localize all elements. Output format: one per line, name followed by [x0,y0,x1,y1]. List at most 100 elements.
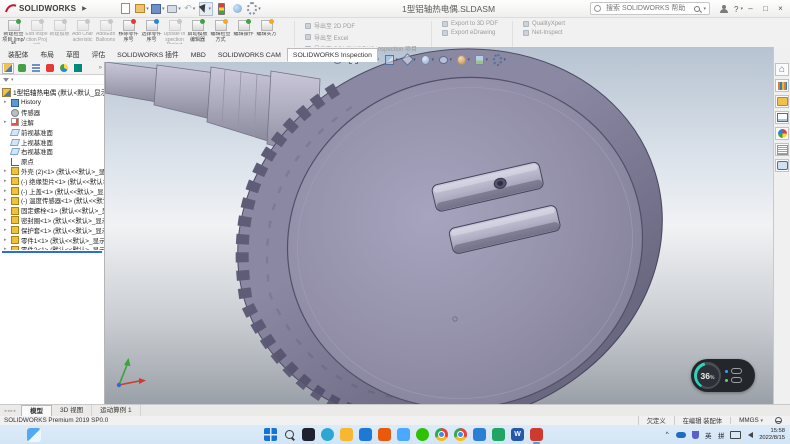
tree-node[interactable]: 固定螺栓<1> (默认<<默认>_显示 [4,206,104,216]
tray-hidden-icons[interactable]: ^ [663,431,671,438]
tray-onedrive[interactable] [676,432,686,438]
zoom-percent-widget[interactable]: 36% [691,359,755,392]
help-search-box[interactable]: ▾ [590,2,710,15]
qa-open[interactable] [135,2,149,16]
expander-icon[interactable] [4,198,9,203]
tray-ime-lang[interactable]: 英 [704,430,712,440]
tree-node[interactable]: 零件1<1> (默认<<默认>_显示状态 [4,235,104,245]
export-menu-item[interactable]: 导出至 2D PDF [305,21,417,30]
tree-node[interactable]: (-) 上盖<1> (默认<<默认>_显示状 [4,186,104,196]
ribbon-button[interactable]: Add/Edit Balloons [94,18,117,47]
assembly-root-node[interactable]: 1型铝轴热电偶 (默认<默认_显示状态-1 [0,85,104,98]
filter-funnel-icon[interactable] [3,78,9,82]
taskpane-file-explorer[interactable] [775,95,789,108]
zoom-widget-row-status-green[interactable] [725,377,742,383]
tree-filter-row[interactable]: ▾ [0,75,104,85]
taskpane-view-palette[interactable] [775,111,789,124]
tree-node[interactable]: 外壳 (2)<1> (默认<<默认>_显示状 [4,167,104,177]
export-menu-item[interactable]: Export eDrawing [442,30,498,36]
widgets-icon[interactable] [27,428,41,442]
expander-icon[interactable] [4,218,9,223]
qa-display-settings[interactable] [231,2,245,16]
ribbon-button[interactable]: 编辑实方 [255,18,278,47]
export-menu-item[interactable]: Export to 3D PDF [442,21,498,27]
expander-icon[interactable] [4,228,9,233]
qa-new-document[interactable] [119,2,133,16]
panel-chevron-icon[interactable]: » [99,65,102,71]
tab-scroll-arrows[interactable]: ◂◂▸▸ [0,408,21,414]
search-input[interactable] [604,4,691,13]
taskpane-design-library[interactable] [775,79,789,92]
window-minimize[interactable]: – [743,2,758,16]
ribbon-button[interactable]: 移除零件序号 [117,18,140,47]
ribbon-button[interactable]: 选择零件序号 [140,18,163,47]
ribbon-button[interactable]: 新建模板 [48,18,71,47]
expander-icon[interactable] [4,169,9,174]
taskbar-app-chrome[interactable] [454,428,467,441]
headsup-section-view[interactable] [385,53,398,66]
headsup-display-style[interactable] [421,53,434,66]
taskpane-appearances[interactable] [775,127,789,140]
panel-tab-displaymanager[interactable] [58,63,70,74]
panel-tab-configurationmanager[interactable] [30,63,42,74]
model-tab[interactable]: 3D 视图 [52,405,92,416]
panel-tab-inspection[interactable] [72,63,84,74]
expander-icon[interactable] [4,247,9,249]
ribbon-button[interactable]: Update Inspection Project [163,18,186,47]
headsup-view-orientation[interactable] [403,53,416,66]
tree-node[interactable]: 原点 [4,157,104,167]
panel-tab-dimxpertmanager[interactable] [44,63,56,74]
ribbon-button[interactable]: Add Characteristic [71,18,94,47]
qa-print[interactable] [167,2,181,16]
tray-cast[interactable] [730,431,741,439]
help-icon[interactable]: ? [734,5,738,14]
tree-node[interactable]: 零件2<1> (默认<<默认>_显示状 [4,245,104,250]
ribbon-button[interactable]: 编辑检查方式 [209,18,232,47]
export-menu-item[interactable]: QualityXpert [523,21,565,27]
units-selector[interactable]: MMGS ▾ [730,417,771,424]
user-account-icon[interactable] [719,5,728,14]
taskbar-app-start[interactable] [264,428,277,441]
qa-rebuild[interactable] [215,2,229,16]
taskbar-app-file-explorer[interactable] [340,428,353,441]
ribbon-button[interactable]: 编辑操作 [232,18,255,47]
taskbar-app-browser-360[interactable] [435,428,448,441]
search-icon[interactable] [694,6,700,12]
taskpane-custom-properties[interactable] [775,143,789,156]
ribbon-tab[interactable]: SOLIDWORKS 插件 [111,48,185,62]
tree-node[interactable]: 注解 [4,118,104,128]
taskbar-app-app-blue[interactable] [473,428,486,441]
solidworks-logo[interactable]: SOLIDWORKS [0,0,80,17]
tray-defender[interactable] [691,431,699,439]
headsup-view-settings[interactable] [493,53,506,66]
tree-node[interactable]: History [4,98,104,108]
window-close[interactable]: × [773,2,788,16]
filter-dropdown-icon[interactable]: ▾ [11,77,14,83]
qa-options[interactable] [247,2,261,16]
expander-icon[interactable] [4,208,9,213]
model-tab[interactable]: 模型 [21,405,52,416]
panel-tab-featuremanager[interactable] [2,63,14,74]
expander-icon[interactable] [4,179,9,184]
panel-tab-propertymanager[interactable] [16,63,28,74]
tree-node[interactable]: 前视基准面 [4,127,104,137]
taskbar-app-edge[interactable] [321,428,334,441]
headsup-edit-appearance[interactable] [457,53,470,66]
expander-icon[interactable] [4,189,9,194]
globe-icon[interactable] [775,417,782,424]
tree-node[interactable]: (-) 温度传感器<1> (默认<<默认>_ [4,196,104,206]
taskbar-app-search[interactable] [283,428,296,441]
headsup-apply-scene[interactable] [475,53,488,66]
taskbar-app-word[interactable]: W [511,428,524,441]
taskbar-app-task-view[interactable] [302,428,315,441]
tree-node[interactable]: 保护套<1> (默认<<默认>_显示状 [4,225,104,235]
taskbar-app-onedrive-app[interactable] [397,428,410,441]
window-restore[interactable]: □ [758,2,773,16]
headsup-hide-show-items[interactable] [439,53,452,66]
ribbon-tab[interactable]: SOLIDWORKS Inspection [287,48,378,62]
expander-icon[interactable] [4,120,9,125]
ribbon-tab[interactable]: 装配体 [2,48,34,62]
tree-node[interactable]: 传感器 [4,108,104,118]
tray-ime-mode[interactable]: 拼 [717,430,725,440]
menu-expand-icon[interactable]: ▶ [82,5,87,12]
